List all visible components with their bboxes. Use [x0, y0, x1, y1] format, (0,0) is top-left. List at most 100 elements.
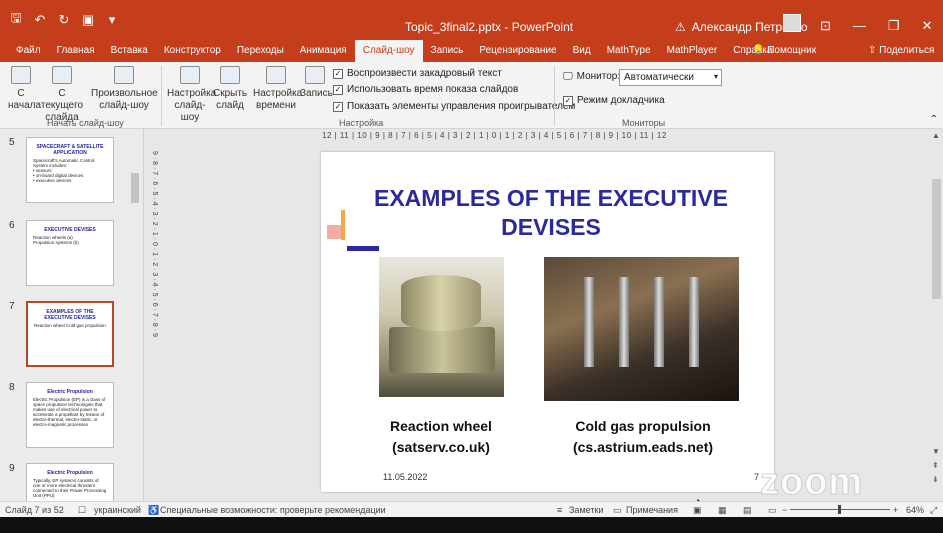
tab-5[interactable]: Переходы [229, 40, 292, 62]
record-icon [305, 66, 325, 84]
undo-icon[interactable]: ↶ [32, 12, 48, 28]
lightbulb-icon: 💡 [752, 45, 768, 56]
previous-slide-icon[interactable]: ⇞ [932, 461, 939, 470]
thumbnail-title: EXAMPLES OF THE EXECUTIVE DEVISES [44, 309, 96, 321]
fit-to-window-icon[interactable]: ⤢ [930, 505, 937, 516]
slide-decoration [327, 225, 341, 239]
slide-thumbnail[interactable]: Electric Propulsion Electric Propulsion (… [26, 382, 114, 448]
presenter-view-checkbox[interactable]: ✓ Режим докладчика [563, 95, 665, 106]
save-icon[interactable]: 🖫 [8, 10, 24, 28]
restore-icon[interactable]: ❐ [888, 18, 900, 34]
image-part [619, 277, 629, 367]
controls-checkbox[interactable]: ✓ Показать элементы управления проигрыва… [333, 101, 575, 112]
redo-icon[interactable]: ↻ [56, 12, 72, 28]
record-button[interactable]: Запись [300, 66, 333, 100]
thumbnail-body: Reaction wheels (a) Propulsion systems (… [33, 235, 79, 245]
slide-canvas[interactable]: EXAMPLES OF THE EXECUTIVE DEVISES Reacti… [321, 152, 774, 492]
tab-1[interactable]: Файл [8, 40, 49, 62]
rehearse-label: Настройка времени [253, 88, 303, 111]
spellcheck-icon[interactable]: ☐ [78, 505, 86, 516]
editor-scrollbar[interactable]: ▲ ▼ ⇞ ⇟ [930, 129, 943, 501]
setup-show-button[interactable]: Настройка слайд-шоу [167, 66, 216, 124]
tell-me-search[interactable]: 💡 Помощник [752, 40, 816, 62]
tab-10[interactable]: Вид [565, 40, 599, 62]
presenter-view-label: Режим докладчика [577, 95, 665, 106]
editor-area: 5 SPACECRAFT & SATELLITE APPLICATION Space… [0, 129, 943, 529]
tab-2[interactable]: Главная [49, 40, 103, 62]
scroll-thumb[interactable] [932, 179, 941, 299]
quick-access-toolbar: 🖫 ↶ ↻ ▣ ▾ [8, 10, 120, 28]
ribbon-tabs: Файл Главная Вставка Конструктор Переходы Ани… [0, 40, 943, 62]
timings-checkbox[interactable]: ✓ Использовать время показа слайдов [333, 84, 518, 95]
tab-12[interactable]: MathPlayer [659, 40, 726, 62]
tab-6[interactable]: Анимация [292, 40, 355, 62]
close-icon[interactable]: ✕ [922, 18, 933, 34]
caption-cold-gas[interactable]: Cold gas propulsion (cs.astrium.eads.net… [543, 416, 743, 458]
hide-slide-label: Скрыть слайд [213, 88, 248, 111]
rehearse-button[interactable]: Настройка времени [253, 66, 303, 112]
ribbon: С начала С текущего слайда Произвольное … [0, 62, 943, 129]
warning-icon: ⚠ [675, 20, 686, 34]
tab-8[interactable]: Запись [423, 40, 472, 62]
narration-checkbox[interactable]: ✓ Воспроизвести закадровый текст [333, 68, 502, 79]
slide-counter: Слайд 7 из 52 [5, 505, 64, 515]
tab-9[interactable]: Рецензирование [471, 40, 564, 62]
collapse-ribbon-icon[interactable]: ⌃ [928, 114, 940, 126]
zoom-in-icon[interactable]: + [893, 505, 898, 515]
next-slide-icon[interactable]: ⇟ [932, 475, 939, 484]
play-from-start-icon [11, 66, 31, 84]
thumbnails-scrollbar[interactable] [130, 131, 140, 501]
tab-4[interactable]: Конструктор [156, 40, 229, 62]
language-indicator[interactable]: украинский [94, 505, 141, 515]
scroll-up-icon[interactable]: ▲ [932, 131, 940, 140]
group-monitors-label: Мониторы [622, 118, 666, 128]
slide-sorter-icon[interactable]: ▦ [718, 505, 727, 516]
avatar[interactable] [783, 14, 801, 32]
caption-reaction-wheel[interactable]: Reaction wheel (satserv.co.uk) [361, 416, 521, 458]
slide-thumbnail[interactable]: SPACECRAFT & SATELLITE APPLICATION Spacec… [26, 137, 114, 203]
accessibility-icon[interactable]: ♿ [148, 505, 159, 516]
window-controls: ⊡ — ❐ ✕ [820, 18, 932, 34]
notes-button[interactable]: Заметки [569, 505, 603, 515]
reading-view-icon[interactable]: ▤ [743, 505, 752, 516]
zoom-out-icon[interactable]: − [782, 505, 787, 515]
zoom-slider-knob[interactable] [838, 505, 841, 514]
monitor-value: Автоматически [624, 72, 694, 83]
accessibility-status[interactable]: Специальные возможности: проверьте реком… [160, 505, 386, 515]
slide-thumbnails-pane[interactable]: 5 SPACECRAFT & SATELLITE APPLICATION Space… [0, 129, 144, 529]
zoom-watermark: zoom [759, 461, 864, 504]
tell-me-label: Помощник [767, 45, 817, 56]
zoom-level[interactable]: 64% [906, 505, 924, 515]
monitor-select[interactable]: Автоматически ▾ [619, 69, 722, 86]
tab-3[interactable]: Вставка [103, 40, 156, 62]
slideshow-view-icon[interactable]: ▭ [768, 505, 777, 516]
cold-gas-propulsion-image[interactable] [544, 257, 739, 401]
reaction-wheel-image[interactable] [379, 257, 504, 397]
monitor-label-row: 🖵 Монитор: [563, 71, 620, 82]
from-start-button[interactable]: С начала [8, 66, 41, 112]
custom-show-button[interactable]: Произвольное слайд-шоу [91, 66, 158, 112]
slide-title[interactable]: EXAMPLES OF THE EXECUTIVE DEVISES [341, 184, 761, 242]
tab-7[interactable]: Слайд-шоу [354, 40, 423, 62]
slide-thumbnail[interactable]: EXECUTIVE DEVISES Reaction wheels (a) Pro… [26, 220, 114, 286]
start-slideshow-icon[interactable]: ▣ [80, 12, 96, 28]
image-part [389, 327, 495, 373]
slide-date: 11.05.2022 [383, 472, 428, 482]
comments-button[interactable]: Примечания [626, 505, 678, 515]
scroll-thumb[interactable] [131, 173, 139, 203]
scroll-down-icon[interactable]: ▼ [932, 447, 940, 456]
minimize-icon[interactable]: — [853, 18, 866, 34]
hide-slide-button[interactable]: Скрыть слайд [213, 66, 247, 112]
normal-view-icon[interactable]: ▣ [693, 505, 702, 516]
share-button[interactable]: ⇧ Поделиться [868, 40, 934, 62]
ribbon-display-icon[interactable]: ⊡ [820, 18, 831, 34]
slide-decoration [347, 246, 379, 251]
slide-thumbnail[interactable]: EXAMPLES OF THE EXECUTIVE DEVISES Reactio… [26, 301, 114, 367]
thumbnail-body: Typically, EP systems consists of one or… [33, 478, 107, 498]
tab-11[interactable]: MathType [599, 40, 659, 62]
zoom-slider[interactable] [790, 505, 890, 514]
group-setup-label: Настройка [339, 118, 384, 128]
from-current-button[interactable]: С текущего слайда [37, 66, 87, 124]
customize-qa-icon[interactable]: ▾ [104, 12, 120, 28]
share-label: Поделиться [879, 45, 935, 56]
